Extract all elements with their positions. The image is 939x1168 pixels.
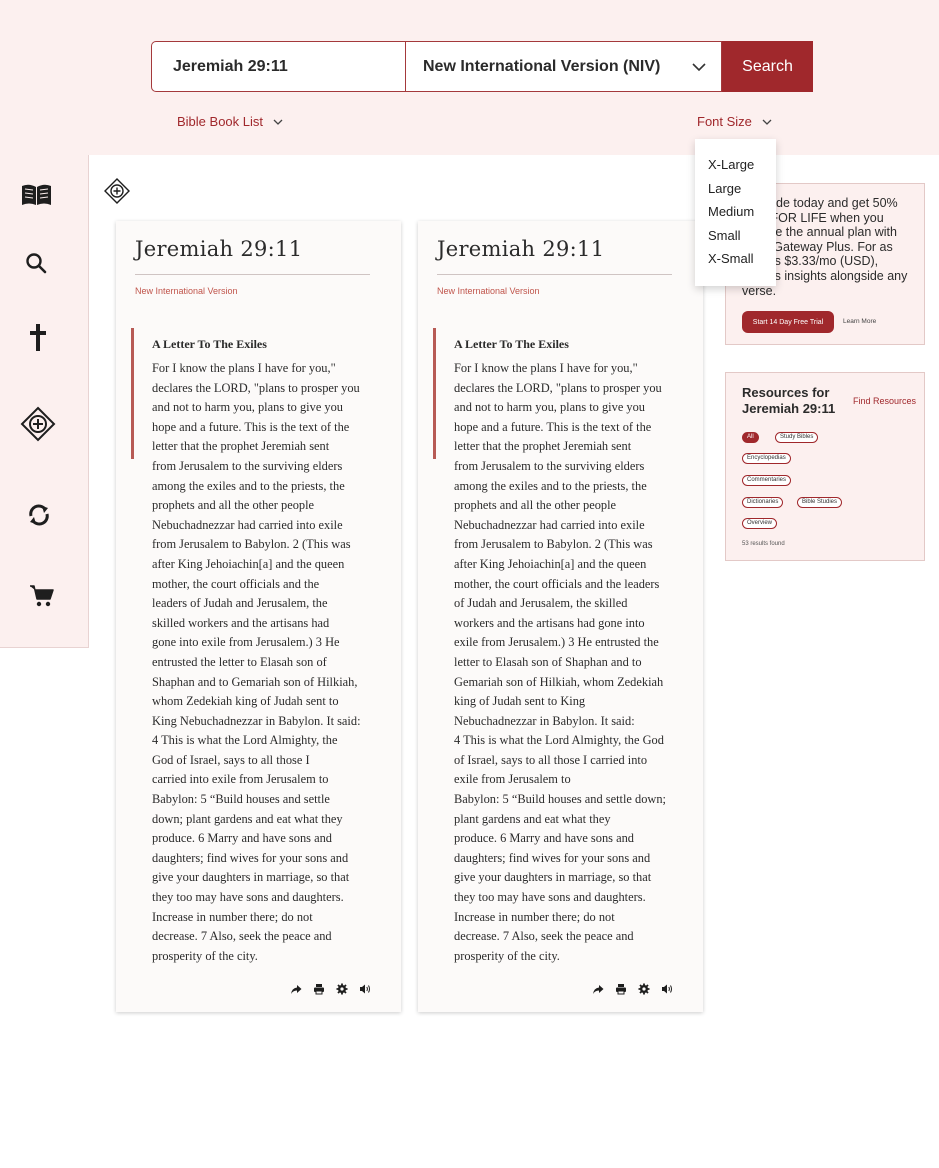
share-icon[interactable] <box>592 983 604 995</box>
font-size-option-large[interactable]: Large <box>695 177 776 201</box>
resource-chip-encyclopedias[interactable]: Encyclopedias <box>742 453 791 464</box>
passage-tools <box>290 983 371 995</box>
print-icon[interactable] <box>615 983 627 995</box>
title-divider <box>437 274 672 275</box>
font-size-menu: X-Large Large Medium Small X-Small <box>695 139 776 286</box>
resource-chip-commentaries[interactable]: Commentaries <box>742 475 792 486</box>
version-select[interactable]: New International Version (NIV) <box>405 41 722 92</box>
font-size-toggle[interactable]: Font Size <box>697 114 773 129</box>
font-size-label: Font Size <box>697 114 752 129</box>
verse-highlight-bar <box>131 328 134 459</box>
resources-panel: Resources for Jeremiah 29:11 Find Resour… <box>725 372 925 561</box>
sidebar <box>0 155 89 648</box>
passage-text: For I know the plans I have for you," de… <box>152 361 361 963</box>
audio-icon[interactable] <box>359 983 371 995</box>
learn-more-link[interactable]: Learn More <box>843 318 876 325</box>
chevron-down-icon <box>692 63 706 72</box>
passage-version[interactable]: New International Version <box>135 286 238 296</box>
passage-search-input[interactable] <box>151 41 405 92</box>
cart-icon[interactable] <box>29 584 54 608</box>
audio-icon[interactable] <box>661 983 673 995</box>
settings-icon[interactable] <box>638 983 650 995</box>
font-size-option-x-small[interactable]: X-Small <box>695 247 776 271</box>
add-parallel-passage-icon[interactable] <box>104 178 130 204</box>
passage-tools <box>592 983 673 995</box>
resource-chip-all[interactable]: All <box>742 432 759 443</box>
share-icon[interactable] <box>290 983 302 995</box>
bible-book-list-toggle[interactable]: Bible Book List <box>177 114 284 129</box>
passage-version[interactable]: New International Version <box>437 286 540 296</box>
chevron-down-icon <box>762 119 772 125</box>
top-bar: New International Version (NIV) Search B… <box>0 0 939 155</box>
passage-card: Jeremiah 29:11 New International Version… <box>418 221 703 1012</box>
passage-text: For I know the plans I have for you," de… <box>454 361 666 963</box>
chevron-down-icon <box>273 119 283 125</box>
results-count: 53 results found <box>742 541 785 547</box>
add-parallel-icon[interactable] <box>20 406 56 442</box>
passage-title: Jeremiah 29:11 <box>135 237 303 261</box>
book-icon[interactable] <box>21 183 52 208</box>
verse-highlight-bar <box>433 328 436 459</box>
resources-title: Resources for Jeremiah 29:11 <box>742 385 836 416</box>
font-size-option-medium[interactable]: Medium <box>695 200 776 224</box>
resource-chip-overview[interactable]: Overview <box>742 518 778 529</box>
font-size-option-x-large[interactable]: X-Large <box>695 153 776 177</box>
passage-heading: A Letter To The Exiles <box>152 337 267 351</box>
search-form: New International Version (NIV) Search <box>151 41 813 92</box>
free-trial-button[interactable]: Start 14 Day Free Trial <box>742 311 834 333</box>
title-divider <box>135 274 370 275</box>
search-button[interactable]: Search <box>722 41 813 92</box>
resource-chip-bible-studies[interactable]: Bible Studies <box>797 497 843 508</box>
find-resources-link[interactable]: Find Resources <box>853 396 916 406</box>
resource-chip-study-bibles[interactable]: Study Bibles <box>775 432 819 443</box>
search-icon[interactable] <box>25 252 47 274</box>
version-select-label: New International Version (NIV) <box>423 57 661 75</box>
bible-book-list-label: Bible Book List <box>177 114 263 129</box>
cross-icon[interactable] <box>29 324 47 351</box>
passage-title: Jeremiah 29:11 <box>437 237 605 261</box>
font-size-option-small[interactable]: Small <box>695 224 776 248</box>
refresh-icon[interactable] <box>27 503 51 527</box>
print-icon[interactable] <box>313 983 325 995</box>
resource-chip-dictionaries[interactable]: Dictionaries <box>742 497 784 508</box>
passage-card: Jeremiah 29:11 New International Version… <box>116 221 401 1012</box>
passage-heading: A Letter To The Exiles <box>454 337 569 351</box>
settings-icon[interactable] <box>336 983 348 995</box>
